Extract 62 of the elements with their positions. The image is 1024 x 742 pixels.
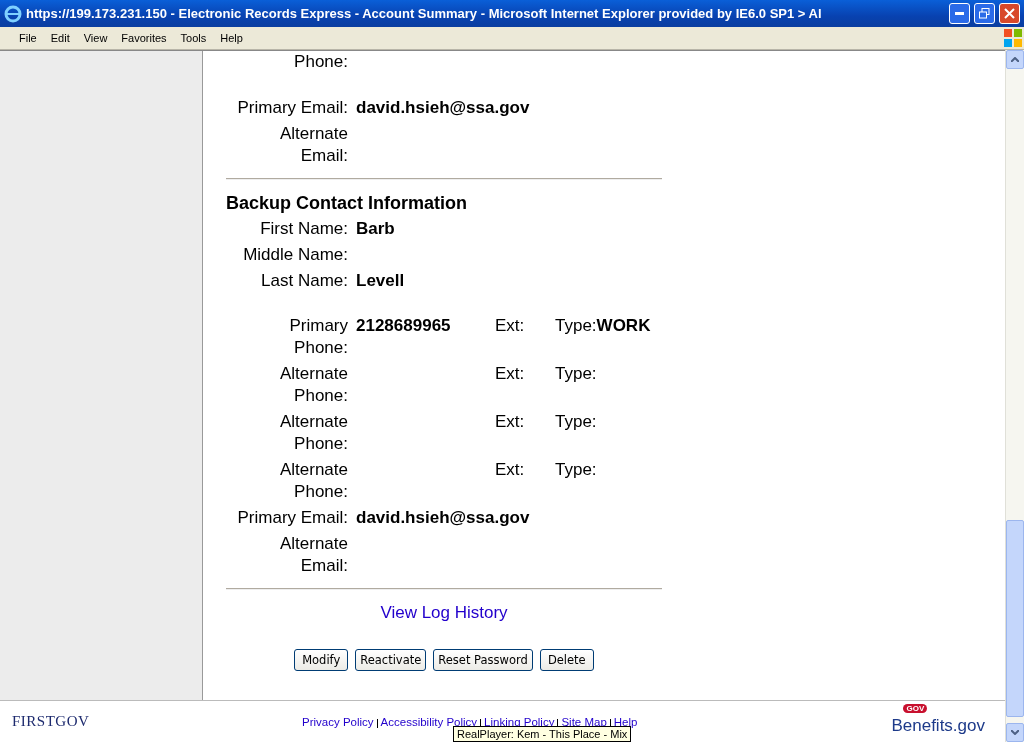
field-label: Last Name:: [260, 270, 349, 292]
tooltip: RealPlayer: Kem - This Place - Mix: [453, 726, 632, 742]
restore-button[interactable]: [974, 3, 995, 24]
type-label: Type:: [555, 364, 597, 383]
view-log-history-link[interactable]: View Log History: [226, 600, 662, 626]
caret-down-icon: [1011, 730, 1019, 735]
minimize-icon: [955, 12, 964, 15]
ext-label: Ext:: [495, 412, 525, 431]
menu-item[interactable]: Edit: [43, 32, 77, 44]
minimize-button[interactable]: [949, 3, 970, 24]
menu-item[interactable]: File: [12, 32, 44, 44]
caret-up-icon: [1011, 57, 1019, 62]
field-label: Alternate Phone:: [278, 459, 349, 503]
field-label: Alternate Phone:: [278, 411, 349, 455]
action-button[interactable]: Delete: [539, 649, 594, 671]
field-label: Primary Email:: [236, 97, 349, 119]
footer-link[interactable]: Privacy Policy: [302, 715, 374, 728]
footer-link[interactable]: Help: [613, 715, 638, 728]
scrollbar[interactable]: [1005, 50, 1024, 742]
field-label: First Name:: [259, 218, 349, 240]
restore-icon: [979, 8, 990, 19]
footer-link[interactable]: Site Map: [561, 715, 607, 728]
field-value: david.hsieh@ssa.gov: [355, 507, 531, 529]
field-label: Primary Email:: [236, 507, 349, 529]
field-value: Levell: [355, 270, 406, 292]
ext-label: Ext:: [495, 316, 525, 335]
field-label: Alternate Email:: [278, 533, 349, 577]
menu-item[interactable]: View: [76, 32, 115, 44]
close-button[interactable]: [999, 3, 1020, 24]
field-label: Alternate Email:: [278, 123, 349, 167]
action-button[interactable]: Reset Password: [433, 649, 533, 671]
phone-number: 2128689965: [356, 316, 451, 335]
field-label: Middle Name:: [242, 244, 349, 266]
field-label: Alternate Phone:: [278, 363, 349, 407]
field-label: Primary Phone:: [288, 315, 349, 359]
menu-item[interactable]: Tools: [173, 32, 214, 44]
menu-item[interactable]: Help: [213, 32, 250, 44]
scroll-up-button[interactable]: [1006, 50, 1024, 69]
footer-link[interactable]: Linking Policy: [484, 715, 555, 728]
type-label: Type:: [555, 460, 597, 479]
ext-label: Ext:: [495, 460, 525, 479]
section-heading: Backup Contact Information: [226, 192, 468, 215]
windows-flag-icon: [1002, 28, 1024, 48]
logo-badge: GOV: [903, 703, 928, 713]
site-logo[interactable]: FIRSTGOV: [12, 713, 302, 730]
action-button[interactable]: Reactivate: [355, 649, 427, 671]
scroll-thumb[interactable]: [1006, 520, 1024, 717]
window-title: https://199.173.231.150 - Electronic Records Express - Account Summary - Microsoft Internet Explorer provided by IE6.0 SP1 > Al: [26, 6, 823, 21]
field-label: Phone:: [293, 51, 349, 73]
type-label: Type:: [555, 412, 597, 431]
field-value: david.hsieh@ssa.gov: [355, 97, 531, 119]
footer-link[interactable]: Accessibility Policy: [380, 715, 478, 728]
action-button[interactable]: Modify: [294, 649, 349, 671]
type-label: Type:: [555, 316, 597, 335]
close-icon: [1004, 8, 1015, 19]
ext-label: Ext:: [495, 364, 525, 383]
scroll-down-button[interactable]: [1006, 723, 1024, 742]
browser-icon: [4, 4, 22, 23]
benefits-logo[interactable]: Benefits.gov: [891, 715, 985, 735]
field-value: Barb: [355, 218, 396, 240]
type-value: WORK: [596, 316, 651, 335]
menu-item[interactable]: Favorites: [114, 32, 174, 44]
